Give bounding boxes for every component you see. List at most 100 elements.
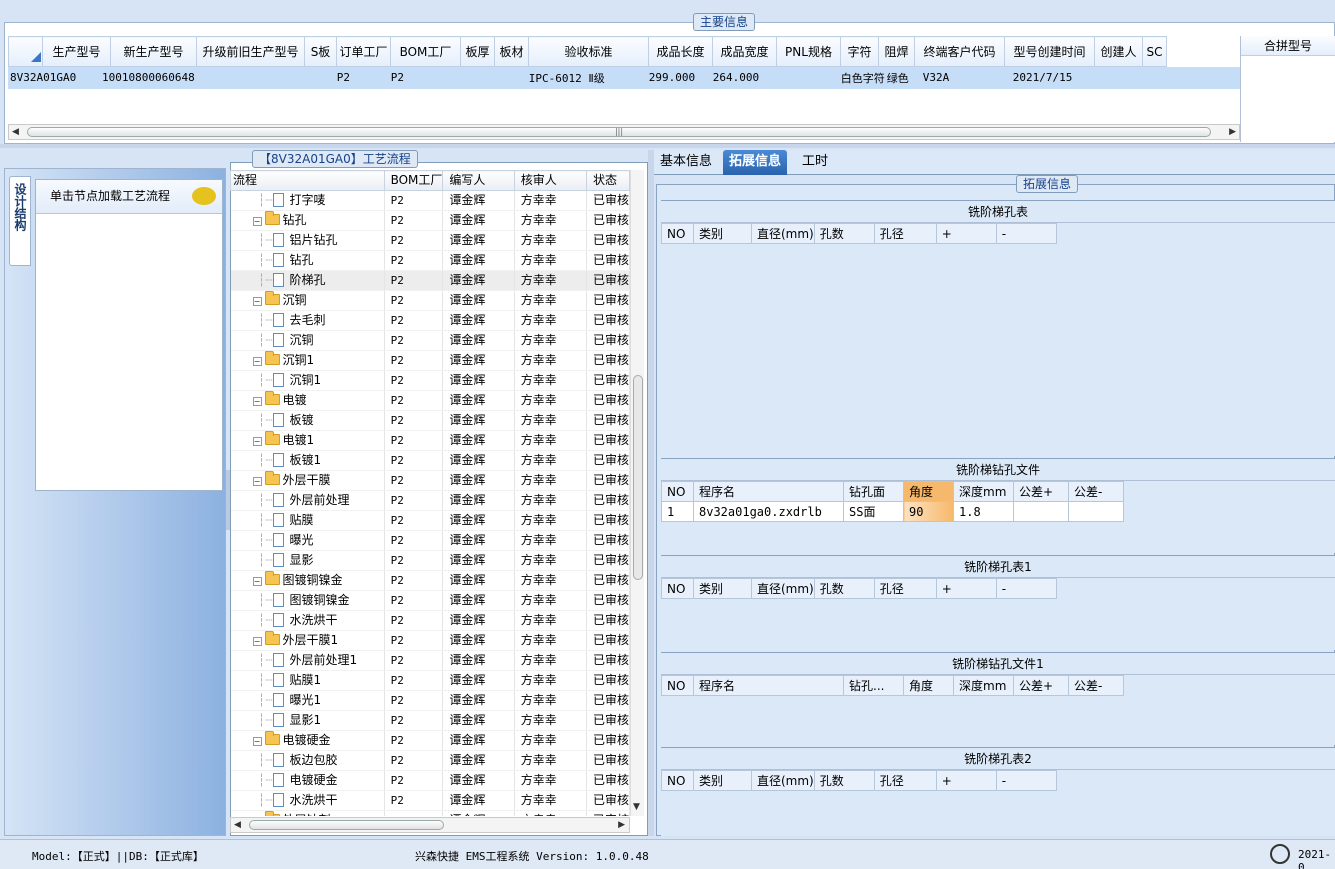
- main-cell[interactable]: 264.000: [710, 67, 775, 88]
- tree-row[interactable]: ┆┈ 贴膜1 P2 谭金辉 方幸幸 已审核: [230, 670, 630, 691]
- collapse-icon[interactable]: −: [252, 637, 262, 646]
- main-col-header[interactable]: S板: [304, 36, 337, 67]
- ext-section-grid[interactable]: NO 程序名 钻孔... 角度 深度mm 公差+ 公差-: [661, 675, 1124, 696]
- process-tree[interactable]: 流程 BOM工厂 编写人 核审人 状态 ┆┈ 打字唛 P2 谭金辉 方幸幸 已审核 − 钻孔 P2 谭金辉…: [230, 170, 630, 816]
- collapse-icon[interactable]: −: [252, 577, 262, 586]
- ext-col-header[interactable]: 公差-: [1068, 675, 1124, 696]
- ext-col-header[interactable]: -: [995, 770, 1057, 791]
- tree-node[interactable]: − 电镀硬金: [230, 730, 385, 751]
- main-grid-row[interactable]: ▸8V32A01GA010010800060648P2P2IPC-6012 Ⅱ级…: [8, 67, 1240, 89]
- tree-row[interactable]: − 外层干膜1 P2 谭金辉 方幸幸 已审核: [230, 630, 630, 651]
- tree-row[interactable]: ┆┈ 曝光1 P2 谭金辉 方幸幸 已审核: [230, 690, 630, 711]
- process-hscrollbar[interactable]: ◀ ▶: [230, 817, 630, 833]
- tree-node[interactable]: − 电镀: [230, 390, 385, 411]
- ext-col-header[interactable]: +: [935, 223, 997, 244]
- ext-col-header[interactable]: 类别: [693, 770, 752, 791]
- ext-col-header[interactable]: -: [995, 578, 1057, 599]
- tree-node[interactable]: − 钻孔: [230, 210, 385, 231]
- ext-col-header[interactable]: 孔数: [813, 770, 875, 791]
- tree-node[interactable]: ┆┈ 显影: [230, 550, 385, 571]
- ext-col-header[interactable]: 公差-: [1068, 481, 1124, 502]
- ext-col-header[interactable]: 公差+: [1013, 481, 1069, 502]
- main-col-header[interactable]: 验收标准: [528, 36, 649, 67]
- tree-node[interactable]: ┆┈ 水洗烘干: [230, 610, 385, 631]
- scroll-left-icon[interactable]: ◀: [12, 125, 19, 139]
- main-cell[interactable]: P2: [334, 67, 389, 88]
- ext-col-header[interactable]: 直径(mm): [751, 223, 815, 244]
- tree-node[interactable]: ┆┈ 打字唛: [230, 190, 385, 211]
- tree-node[interactable]: ┆┈ 电镀硬金: [230, 770, 385, 791]
- main-col-header[interactable]: 生产型号: [42, 36, 111, 67]
- tree-node[interactable]: − 外层干膜: [230, 470, 385, 491]
- tab-basic-info[interactable]: 基本信息: [654, 150, 718, 175]
- ext-section-grid[interactable]: NO 程序名 钻孔面 角度 深度mm 公差+ 公差- 1 8v32a01ga0.zxdrlb SS…: [661, 481, 1124, 522]
- tree-row[interactable]: − 钻孔 P2 谭金辉 方幸幸 已审核: [230, 210, 630, 231]
- ext-cell[interactable]: [1013, 501, 1069, 522]
- tree-node[interactable]: ┆┈ 沉铜1: [230, 370, 385, 391]
- tab-design-structure[interactable]: 设计结构: [9, 176, 31, 266]
- tree-row[interactable]: ┆┈ 曝光 P2 谭金辉 方幸幸 已审核: [230, 530, 630, 551]
- tree-row[interactable]: ┆┈ 打字唛 P2 谭金辉 方幸幸 已审核: [230, 190, 630, 211]
- tree-node[interactable]: ┆┈ 板镀: [230, 410, 385, 431]
- collapse-icon[interactable]: −: [252, 297, 262, 306]
- tree-row[interactable]: ┆┈ 电镀硬金 P2 谭金辉 方幸幸 已审核: [230, 770, 630, 791]
- main-cell[interactable]: IPC-6012 Ⅱ级: [526, 67, 647, 88]
- main-col-header[interactable]: 阻焊: [878, 36, 915, 67]
- tree-row[interactable]: ┆┈ 贴膜 P2 谭金辉 方幸幸 已审核: [230, 510, 630, 531]
- main-cell[interactable]: 10010800060648: [100, 67, 195, 88]
- tree-col-header[interactable]: 流程: [230, 170, 385, 191]
- ext-section-grid[interactable]: NO 类别 直径(mm) 孔数 孔径 + -: [661, 578, 1057, 599]
- main-cell[interactable]: [458, 67, 493, 88]
- ext-col-header[interactable]: NO: [661, 578, 694, 599]
- tree-row[interactable]: ┆┈ 板镀1 P2 谭金辉 方幸幸 已审核: [230, 450, 630, 471]
- tree-node[interactable]: ┆┈ 显影1: [230, 710, 385, 731]
- main-cell[interactable]: P2: [388, 67, 459, 88]
- tree-row[interactable]: ┆┈ 沉铜 P2 谭金辉 方幸幸 已审核: [230, 330, 630, 351]
- tree-row[interactable]: −外层蚀刻P2谭金辉方幸幸已审核: [230, 810, 630, 816]
- ext-col-header[interactable]: 孔径: [873, 223, 937, 244]
- tree-row[interactable]: ┆┈ 显影 P2 谭金辉 方幸幸 已审核: [230, 550, 630, 571]
- process-vscroll-thumb[interactable]: [633, 375, 643, 580]
- tree-row[interactable]: ┆┈ 板边包胶 P2 谭金辉 方幸幸 已审核: [230, 750, 630, 771]
- tree-col-header[interactable]: BOM工厂: [383, 170, 444, 191]
- tree-col-header[interactable]: 状态: [585, 170, 630, 191]
- tree-node[interactable]: − 电镀1: [230, 430, 385, 451]
- ext-col-header[interactable]: 类别: [693, 578, 752, 599]
- main-cell[interactable]: [774, 67, 839, 88]
- ext-col-header[interactable]: +: [935, 578, 997, 599]
- tree-col-header[interactable]: 编写人: [442, 170, 515, 191]
- collapse-icon[interactable]: −: [252, 477, 262, 486]
- tree-node[interactable]: ┆┈ 去毛刺: [230, 310, 385, 331]
- tree-row[interactable]: ┆┈ 铝片钻孔 P2 谭金辉 方幸幸 已审核: [230, 230, 630, 251]
- ext-col-header[interactable]: -: [995, 223, 1057, 244]
- tree-node[interactable]: −外层蚀刻: [230, 810, 385, 816]
- ext-grid-row[interactable]: 1 8v32a01ga0.zxdrlb SS面 90 1.8: [661, 501, 1124, 522]
- tree-row[interactable]: ┆┈ 水洗烘干 P2 谭金辉 方幸幸 已审核: [230, 790, 630, 811]
- ext-col-header[interactable]: NO: [661, 675, 694, 696]
- ext-col-header[interactable]: 类别: [693, 223, 752, 244]
- main-cell[interactable]: V32A: [920, 67, 1011, 88]
- ext-col-header[interactable]: 孔数: [813, 578, 875, 599]
- ext-cell[interactable]: 1.8: [953, 501, 1014, 522]
- main-col-header[interactable]: BOM工厂: [390, 36, 461, 67]
- tree-row[interactable]: − 沉铜 P2 谭金辉 方幸幸 已审核: [230, 290, 630, 311]
- main-cell[interactable]: [194, 67, 303, 88]
- tree-row[interactable]: − 电镀1 P2 谭金辉 方幸幸 已审核: [230, 430, 630, 451]
- ext-cell[interactable]: [1068, 501, 1124, 522]
- tree-row[interactable]: − 电镀 P2 谭金辉 方幸幸 已审核: [230, 390, 630, 411]
- tree-row[interactable]: ┆┈ 外层前处理 P2 谭金辉 方幸幸 已审核: [230, 490, 630, 511]
- main-cell[interactable]: 绿色: [884, 67, 921, 88]
- collapse-icon[interactable]: −: [252, 217, 262, 226]
- tree-node[interactable]: − 沉铜1: [230, 350, 385, 371]
- tree-row[interactable]: ┆┈ 水洗烘干 P2 谭金辉 方幸幸 已审核: [230, 610, 630, 631]
- vertical-splitter[interactable]: [648, 150, 654, 836]
- ext-section-grid[interactable]: NO 类别 直径(mm) 孔数 孔径 + -: [661, 770, 1057, 791]
- ext-col-header[interactable]: +: [935, 770, 997, 791]
- main-hscrollbar[interactable]: ◀ ||| ▶: [8, 124, 1240, 140]
- main-col-header[interactable]: 升级前旧生产型号: [196, 36, 305, 67]
- tree-row[interactable]: ┆┈ 显影1 P2 谭金辉 方幸幸 已审核: [230, 710, 630, 731]
- scroll-right-icon[interactable]: ▶: [1229, 125, 1236, 139]
- tree-row[interactable]: ┆┈ 钻孔 P2 谭金辉 方幸幸 已审核: [230, 250, 630, 271]
- tree-node[interactable]: ┆┈ 曝光: [230, 530, 385, 551]
- ext-cell[interactable]: SS面: [843, 501, 904, 522]
